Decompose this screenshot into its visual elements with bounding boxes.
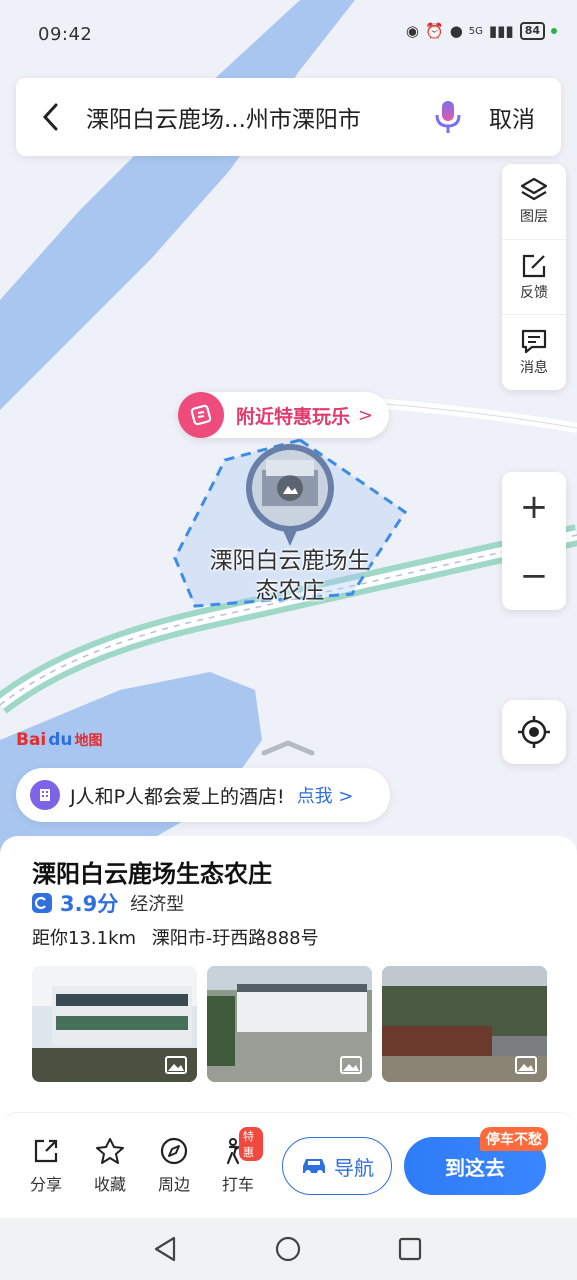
favorite-label: 收藏 [93, 1175, 126, 1194]
search-input[interactable]: 溧阳白云鹿场...州市溧阳市 [86, 100, 413, 134]
alarm-icon: ⏰ [425, 22, 444, 40]
system-recents-button[interactable] [395, 1234, 425, 1264]
hotel-icon [30, 780, 60, 810]
layers-label: 图层 [520, 209, 548, 225]
feedback-icon [522, 254, 546, 277]
feedback-button[interactable]: 反馈 [502, 239, 566, 314]
share-icon [34, 1139, 58, 1163]
crosshair-icon [518, 716, 550, 748]
rating-logo-icon [32, 893, 52, 913]
ticket-icon [178, 392, 224, 438]
system-back-button[interactable] [150, 1234, 180, 1264]
triangle-back-icon [154, 1236, 176, 1262]
zoom-in-button[interactable]: + [502, 472, 566, 541]
distance-address-row: 距你13.1km 溧阳市-玗西路888号 [32, 924, 319, 950]
message-icon [521, 329, 547, 353]
zoom-controls: + − [502, 472, 566, 610]
ad-text: J人和P人都会爱上的酒店! [70, 785, 285, 808]
system-home-button[interactable] [273, 1234, 303, 1264]
rating-score: 3.9分 [60, 892, 119, 916]
distance-text: 距你13.1km [32, 928, 137, 949]
message-label: 消息 [520, 359, 548, 376]
go-here-button[interactable]: 到这去 停车不愁 [404, 1127, 548, 1195]
baidu-map-logo: Bai du 地图 [16, 730, 103, 750]
navigate-button[interactable]: 导航 [282, 1137, 392, 1195]
hotel-type: 经济型 [130, 894, 185, 915]
compass-icon [160, 1137, 188, 1165]
nearby-label: 周边 [157, 1175, 190, 1194]
poi-map-label[interactable]: 溧阳白云鹿场生态农庄 [200, 546, 380, 606]
rating-row: 3.9分 经济型 [32, 888, 184, 918]
eye-icon: ◉ [405, 22, 420, 40]
microphone-icon [435, 101, 461, 133]
location-icon: ● [449, 22, 463, 40]
zoom-out-button[interactable]: − [502, 541, 566, 610]
layers-button[interactable]: 图层 [502, 164, 566, 239]
feedback-label: 反馈 [520, 284, 548, 301]
privacy-dot [551, 28, 557, 34]
car-icon [303, 1159, 325, 1176]
lake [0, 672, 262, 860]
nearby-deals-pill[interactable]: 附近特惠玩乐 > [178, 392, 390, 438]
status-time: 09:42 [38, 24, 93, 45]
battery-indicator: 84 [519, 22, 545, 40]
my-location-button[interactable] [502, 700, 566, 764]
favorite-button[interactable]: 收藏 [85, 1137, 135, 1195]
map-tools-panel: 图层 反馈 消息 [502, 164, 566, 390]
poi-title: 溧阳白云鹿场生态农庄 [32, 860, 272, 888]
status-icons: ◉ ⏰ ● 5G ▮▮▮ 84 [406, 22, 557, 40]
photo-strip [32, 966, 547, 1082]
chevron-right-icon: > [358, 404, 374, 426]
share-label: 分享 [29, 1175, 62, 1194]
back-button[interactable] [16, 78, 86, 156]
cancel-button[interactable]: 取消 [483, 100, 561, 134]
voice-search-button[interactable] [413, 78, 483, 156]
signal-icon: ▮▮▮ [488, 22, 514, 40]
hotel-ad-banner[interactable]: J人和P人都会爱上的酒店! 点我 > [16, 768, 390, 822]
status-bar: 09:42 ◉ ⏰ ● 5G ▮▮▮ 84 [0, 0, 577, 70]
system-navigation-bar [0, 1218, 577, 1280]
navigate-label: 导航 [334, 1155, 374, 1180]
address-text: 溧阳市-玗西路888号 [151, 928, 319, 949]
chevron-up-icon [261, 740, 315, 756]
gallery-icon [165, 1056, 187, 1074]
square-recents-icon [398, 1237, 422, 1261]
gallery-icon [515, 1056, 537, 1074]
go-here-label: 到这去 [445, 1155, 505, 1180]
taxi-button[interactable]: 特惠 打车 [213, 1127, 263, 1195]
taxi-deal-badge: 特惠 [239, 1127, 263, 1161]
parking-tag: 停车不愁 [480, 1127, 548, 1151]
back-arrow-icon [42, 103, 58, 131]
share-button[interactable]: 分享 [21, 1137, 71, 1195]
star-icon [96, 1138, 124, 1164]
poi-photo[interactable] [382, 966, 547, 1082]
layers-icon [520, 177, 548, 201]
network-label: 5G [468, 25, 483, 37]
gallery-icon [340, 1056, 362, 1074]
poi-photo[interactable] [207, 966, 372, 1082]
search-bar: 溧阳白云鹿场...州市溧阳市 取消 [16, 78, 561, 156]
nearby-button[interactable]: 周边 [149, 1137, 199, 1195]
poi-photo[interactable] [32, 966, 197, 1082]
drawer-handle[interactable] [260, 738, 316, 762]
taxi-label: 打车 [221, 1175, 254, 1194]
message-button[interactable]: 消息 [502, 314, 566, 389]
ad-link[interactable]: 点我 > [297, 782, 354, 808]
nearby-deals-label: 附近特惠玩乐 [236, 405, 351, 428]
bottom-action-bar: 分享 收藏 周边 特惠 打车 导航 到这去 停车不愁 [0, 1112, 577, 1218]
circle-home-icon [275, 1236, 301, 1262]
